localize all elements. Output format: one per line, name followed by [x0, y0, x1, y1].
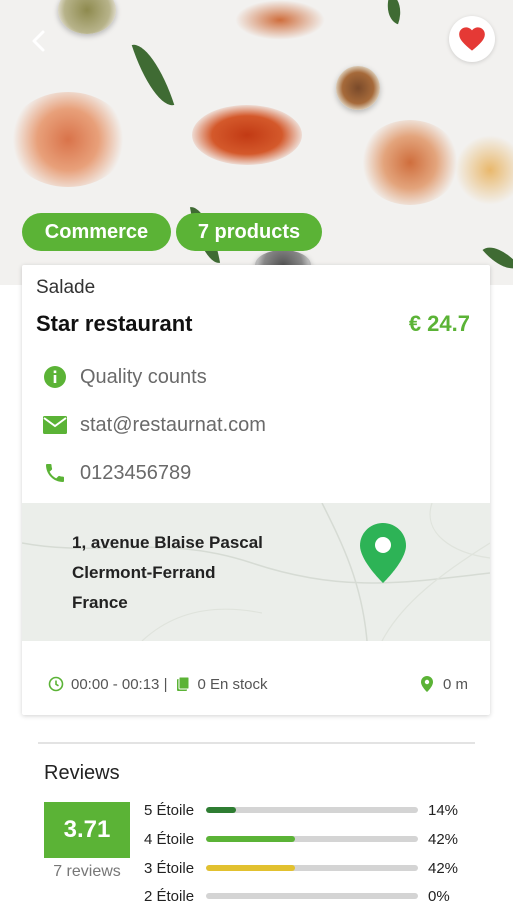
opening-hours: 00:00 - 00:13 | — [71, 675, 168, 693]
spice-pile — [192, 105, 302, 165]
phone-text[interactable]: 0123456789 — [80, 462, 191, 485]
quality-text: Quality counts — [80, 365, 207, 388]
map-pin-icon — [360, 523, 406, 583]
distance-text: 0 m — [442, 675, 468, 693]
rating-bar-fill — [206, 865, 296, 871]
info-row-quality: Quality counts — [42, 362, 207, 392]
chevron-left-icon — [32, 30, 45, 52]
rating-row-4: 4 Étoile 42% — [144, 829, 474, 849]
rating-percent: 42% — [428, 830, 459, 848]
rating-label: 3 Étoile — [144, 859, 195, 877]
review-count[interactable]: 7 reviews — [44, 863, 130, 881]
back-button[interactable] — [24, 26, 54, 56]
spice-pile — [235, 0, 325, 40]
heart-icon — [459, 27, 485, 51]
address-line-2: Clermont-Ferrand — [72, 563, 216, 582]
rating-row-3: 3 Étoile 42% — [144, 858, 474, 878]
leaf — [131, 38, 175, 112]
rating-bar-fill — [206, 836, 296, 842]
hero-image: Commerce 7 products — [0, 0, 513, 285]
stock-icon — [175, 676, 191, 692]
rating-bar — [206, 893, 418, 899]
address-line-3: France — [72, 593, 128, 612]
location-icon — [420, 676, 433, 692]
leaf — [381, 0, 407, 25]
rating-score: 3.71 — [44, 802, 130, 858]
info-row-phone[interactable]: 0123456789 — [42, 458, 191, 488]
chip-commerce[interactable]: Commerce — [22, 213, 171, 251]
email-text[interactable]: stat@restaurnat.com — [80, 414, 266, 437]
location-map[interactable]: 1, avenue Blaise Pascal Clermont-Ferrand… — [22, 503, 490, 641]
rating-label: 4 Étoile — [144, 830, 195, 848]
rating-row-2: 2 Étoile 0% — [144, 886, 474, 906]
spice-pile — [360, 120, 460, 205]
spice-pile — [8, 92, 128, 187]
rating-bar — [206, 836, 418, 842]
favorite-button[interactable] — [449, 16, 495, 62]
info-row-email[interactable]: stat@restaurnat.com — [42, 410, 266, 440]
section-divider — [38, 742, 475, 744]
rating-percent: 0% — [428, 887, 450, 905]
product-card: Salade Star restaurant € 24.7 Quality co… — [22, 265, 490, 715]
reviews-title: Reviews — [44, 762, 120, 784]
spice-pile — [455, 135, 513, 205]
spice-jar — [336, 66, 380, 110]
rating-bar-fill — [206, 807, 236, 813]
info-icon — [42, 364, 68, 390]
rating-bar — [206, 865, 418, 871]
rating-percent: 42% — [428, 859, 459, 877]
rating-bar — [206, 807, 418, 813]
product-price: € 24.7 — [408, 311, 470, 336]
product-title: Star restaurant — [36, 311, 193, 336]
chip-products[interactable]: 7 products — [176, 213, 322, 251]
spice-jar — [58, 0, 116, 34]
card-footer: 00:00 - 00:13 | 0 En stock 0 m — [48, 673, 468, 695]
address-line-1: 1, avenue Blaise Pascal — [72, 533, 263, 552]
rating-label: 2 Étoile — [144, 887, 195, 905]
rating-label: 5 Étoile — [144, 801, 195, 819]
clock-icon — [48, 676, 64, 692]
mail-icon — [42, 412, 68, 438]
rating-percent: 14% — [428, 801, 459, 819]
stock-count: 0 En stock — [197, 675, 268, 693]
phone-icon — [42, 460, 68, 486]
rating-row-5: 5 Étoile 14% — [144, 800, 474, 820]
product-category: Salade — [36, 277, 96, 298]
